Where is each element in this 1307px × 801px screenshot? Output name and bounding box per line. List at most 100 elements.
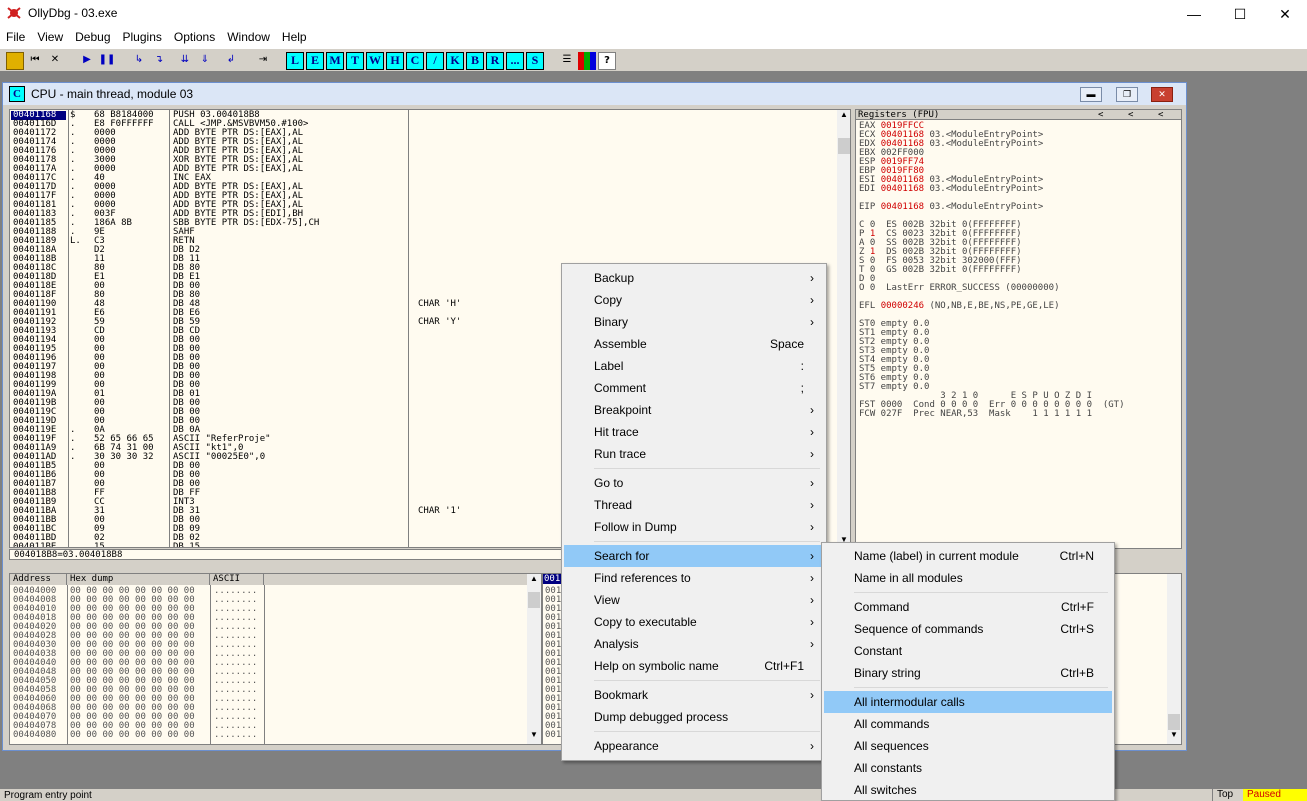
menu-item-find-references-to[interactable]: Find references to › [564,567,824,589]
menu-item-comment[interactable]: Comment; [564,377,824,399]
restart-icon[interactable]: ⏮ [26,52,44,70]
menu-item-breakpoint[interactable]: Breakpoint › [564,399,824,421]
disassembly-row[interactable]: 0040117D. 0000 ADD BYTE PTR DS:[EAX],AL [10,183,836,192]
disassembly-row[interactable]: 0040117F. 0000 ADD BYTE PTR DS:[EAX],AL [10,192,836,201]
disassembly-row[interactable]: 00401185. 186A 8B SBB BYTE PTR DS:[EDX-75]… [10,219,836,228]
register-line[interactable]: EIP 00401168 03.<ModuleEntryPoint> [859,203,1043,212]
reg-nav-left-icon[interactable]: < [1098,111,1103,120]
stack-scrollbar[interactable]: ▼ [1167,574,1181,744]
stack-row[interactable]: 001 [545,731,561,740]
windows-button[interactable]: W [366,52,384,70]
menu-item-analysis[interactable]: Analysis › [564,633,824,655]
menu-item-all-commands[interactable]: All commands [824,713,1112,735]
cpu-minimize-button[interactable]: ▬ [1080,87,1102,102]
go-to-icon[interactable]: ⇥ [254,52,272,70]
menu-item-all-switches[interactable]: All switches [824,779,1112,801]
handles-button[interactable]: H [386,52,404,70]
disassembly-row[interactable]: 00401188. 9E SAHF [10,228,836,237]
menu-item-constant[interactable]: Constant [824,640,1112,662]
menu-item-backup[interactable]: Backup › [564,267,824,289]
disassembly-row[interactable]: 00401174. 0000 ADD BYTE PTR DS:[EAX],AL [10,138,836,147]
menu-item-name-label-in-current-module[interactable]: Name (label) in current module Ctrl+N [824,545,1112,567]
menu-help[interactable]: Help [276,28,313,44]
threads-button[interactable]: T [346,52,364,70]
menu-item-run-trace[interactable]: Run trace › [564,443,824,465]
reg-nav-left-icon[interactable]: < [1128,111,1133,120]
menu-item-label[interactable]: Label: [564,355,824,377]
menu-item-go-to[interactable]: Go to › [564,472,824,494]
step-into-icon[interactable]: ↳ [130,52,148,70]
disassembly-row[interactable]: 0040117A. 0000 ADD BYTE PTR DS:[EAX],AL [10,165,836,174]
menu-item-assemble[interactable]: Assemble Space [564,333,824,355]
register-line[interactable]: EFL 00000246 (NO,NB,E,BE,NS,PE,GE,LE) [859,302,1060,311]
open-icon[interactable] [6,52,24,70]
menu-item-bookmark[interactable]: Bookmark › [564,684,824,706]
scroll-down-icon[interactable]: ▼ [1167,730,1181,742]
menu-item-help-on-symbolic-name[interactable]: Help on symbolic name Ctrl+F1 [564,655,824,677]
call-stack-button[interactable]: K [446,52,464,70]
menu-item-all-intermodular-calls[interactable]: All intermodular calls [824,691,1112,713]
registers-header[interactable]: Registers (FPU) < < < [856,110,1181,120]
cpu-restore-button[interactable]: ❐ [1116,87,1138,102]
help-icon[interactable]: ? [598,52,616,70]
menu-item-view[interactable]: View › [564,589,824,611]
menu-item-sequence-of-commands[interactable]: Sequence of commands Ctrl+S [824,618,1112,640]
reg-nav-left-icon[interactable]: < [1158,111,1163,120]
scroll-down-icon[interactable]: ▼ [527,730,541,742]
menu-item-hit-trace[interactable]: Hit trace › [564,421,824,443]
register-line[interactable]: EDI 00401168 03.<ModuleEntryPoint> [859,185,1043,194]
disassembly-row[interactable]: 0040118A D2 DB D2 [10,246,836,255]
memory-map-button[interactable]: M [326,52,344,70]
disassembly-scrollbar[interactable]: ▲ ▼ [837,110,850,547]
register-line[interactable]: O 0 LastErr ERROR_SUCCESS (00000000) [859,284,1059,293]
menu-debug[interactable]: Debug [69,28,116,44]
scroll-thumb[interactable] [838,138,850,154]
register-line[interactable]: T 0 GS 002B 32bit 0(FFFFFFFF) [859,266,1022,275]
source-button[interactable]: S [526,52,544,70]
disassembly-row[interactable]: 00401189 L. C3 RETN [10,237,836,246]
close-program-icon[interactable]: ✕ [46,52,64,70]
register-line[interactable]: FCW 027F Prec NEAR,53 Mask 1 1 1 1 1 1 [859,410,1092,419]
menu-item-all-constants[interactable]: All constants [824,757,1112,779]
menu-item-command[interactable]: Command Ctrl+F [824,596,1112,618]
hex-dump-pane[interactable]: Address Hex dump ASCII 00404000 00 00 00 … [9,573,542,745]
close-button[interactable]: ✕ [1262,0,1307,28]
disassembly-row[interactable]: 0040116D. E8 F0FFFFFF CALL <JMP.&MSVBVM50.… [10,120,836,129]
menu-window[interactable]: Window [221,28,276,44]
cpu-button[interactable]: C [406,52,424,70]
breakpoints-button[interactable]: B [466,52,484,70]
trace-over-icon[interactable]: ⇓ [196,52,214,70]
log-window-button[interactable]: L [286,52,304,70]
executable-modules-button[interactable]: E [306,52,324,70]
menu-plugins[interactable]: Plugins [117,28,168,44]
appearance-icon[interactable] [578,52,596,70]
trace-into-icon[interactable]: ⇊ [176,52,194,70]
dump-col-ascii[interactable]: ASCII [210,574,264,585]
menu-file[interactable]: File [0,28,31,44]
menu-item-copy-to-executable[interactable]: Copy to executable › [564,611,824,633]
menu-item-search-for[interactable]: Search for › [564,545,824,567]
step-over-icon[interactable]: ↴ [150,52,168,70]
run-trace-button[interactable]: ... [506,52,524,70]
scroll-up-icon[interactable]: ▲ [837,110,850,122]
scroll-thumb[interactable] [1168,714,1180,730]
pause-icon[interactable]: ❚❚ [98,52,116,70]
disassembly-row[interactable]: 00401176. 0000 ADD BYTE PTR DS:[EAX],AL [10,147,836,156]
menu-item-binary-string[interactable]: Binary string Ctrl+B [824,662,1112,684]
menu-item-dump-debugged-process[interactable]: Dump debugged process [564,706,824,728]
registers-pane[interactable]: Registers (FPU) < < < EAX 0019FFCC ECX 00401… [855,109,1182,549]
dump-scrollbar[interactable]: ▲ ▼ [527,574,541,744]
scroll-up-icon[interactable]: ▲ [527,574,541,586]
minimize-button[interactable]: — [1171,0,1217,28]
cpu-close-button[interactable]: ✕ [1151,87,1173,102]
run-icon[interactable]: ▶ [78,52,96,70]
dump-col-address[interactable]: Address [10,574,67,585]
disassembly-row[interactable]: 00401178. 3000 XOR BYTE PTR DS:[EAX],AL [10,156,836,165]
disassembly-row[interactable]: 00401183. 003F ADD BYTE PTR DS:[EDI],BH [10,210,836,219]
menu-item-name-in-all-modules[interactable]: Name in all modules [824,567,1112,589]
scroll-thumb[interactable] [528,592,540,608]
maximize-button[interactable]: ☐ [1217,0,1263,28]
execute-till-return-icon[interactable]: ↲ [222,52,240,70]
menu-item-binary[interactable]: Binary › [564,311,824,333]
disassembly-row[interactable]: 0040117C. 40 INC EAX [10,174,836,183]
